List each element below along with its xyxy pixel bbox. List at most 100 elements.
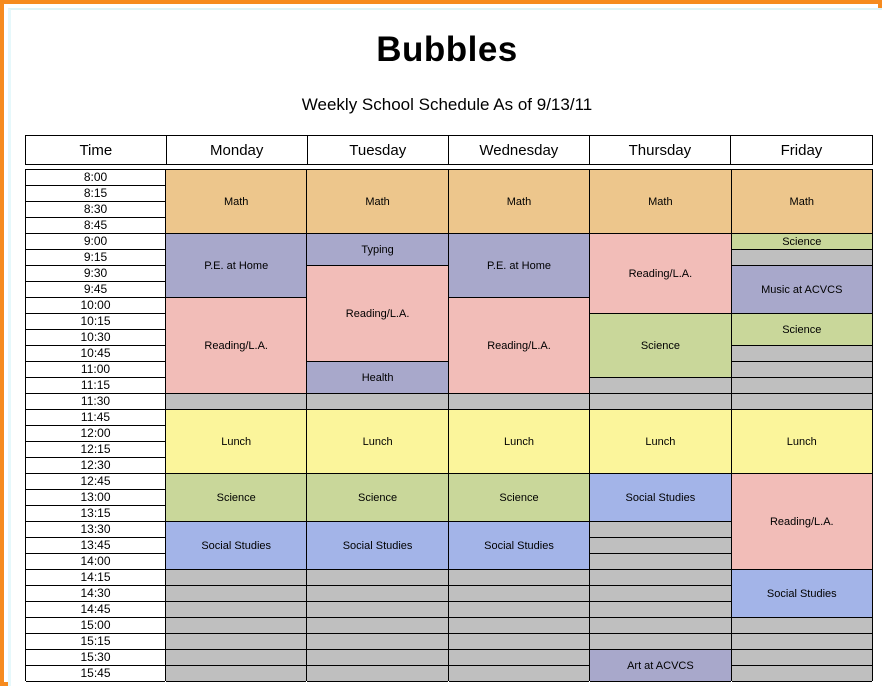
time-slot-label: 13:15 — [26, 506, 165, 522]
schedule-cell-label: Health — [361, 371, 394, 384]
schedule-cell-reading-l-a-[interactable]: Reading/L.A. — [166, 298, 307, 394]
schedule-cell-reading-l-a-[interactable]: Reading/L.A. — [448, 298, 590, 394]
schedule-cell-science[interactable]: Science — [307, 474, 448, 522]
schedule-cell-social-studies[interactable]: Social Studies — [731, 570, 872, 618]
schedule-cell-label: Math — [223, 195, 249, 208]
time-slot-label: 15:30 — [26, 650, 165, 666]
schedule-cell-label: Science — [782, 323, 822, 336]
schedule-cell-empty[interactable] — [307, 394, 448, 410]
schedule-cell-empty[interactable] — [731, 346, 872, 410]
column-header-tuesday: Tuesday — [307, 136, 449, 164]
schedule-cell-science[interactable]: Science — [731, 314, 872, 346]
time-slot-label: 8:45 — [26, 218, 165, 234]
schedule-cell-science[interactable]: Science — [166, 474, 307, 522]
schedule-cell-empty[interactable] — [731, 250, 872, 266]
schedule-cell-lunch[interactable]: Lunch — [731, 410, 872, 474]
schedule-cell-math[interactable]: Math — [166, 170, 307, 234]
page-subtitle: Weekly School Schedule As of 9/13/11 — [301, 95, 593, 114]
schedule-document: Bubbles Weekly School Schedule As of 9/1… — [21, 16, 873, 682]
table-body: 8:00 8:15 8:30 8:45 9:00 9:15 9:30 9:45 10:00 10:… — [25, 169, 873, 682]
time-slot-label: 10:45 — [26, 346, 165, 362]
time-column: 8:00 8:15 8:30 8:45 9:00 9:15 9:30 9:45 10:00 10:… — [25, 169, 166, 682]
table-header-row: Time Monday Tuesday Wednesday Thursday Friday — [25, 135, 873, 165]
schedule-cell-label: Science — [358, 491, 398, 504]
time-slot-label: 15:15 — [26, 634, 165, 650]
schedule-cell-math[interactable]: Math — [448, 170, 590, 234]
schedule-cell-label: Reading/L.A. — [487, 339, 551, 352]
time-slot-label: 9:15 — [26, 250, 165, 266]
schedule-cell-label: Lunch — [645, 435, 676, 448]
time-slot-label: 8:15 — [26, 186, 165, 202]
schedule-cell-empty[interactable] — [731, 618, 872, 682]
schedule-cell-social-studies[interactable]: Social Studies — [166, 522, 307, 570]
time-slot-label: 10:30 — [26, 330, 165, 346]
schedule-cell-social-studies[interactable]: Social Studies — [307, 522, 448, 570]
schedule-cell-label: Math — [648, 195, 673, 208]
time-slot-label: 8:00 — [26, 170, 165, 186]
schedule-cell-health[interactable]: Health — [307, 362, 448, 394]
time-slot-label: 11:30 — [26, 394, 165, 410]
schedule-cell-label: Math — [365, 195, 390, 208]
time-slot-label: 11:45 — [26, 410, 165, 426]
schedule-cell-reading-l-a-[interactable]: Reading/L.A. — [590, 234, 731, 314]
schedule-cell-art-at-acvcs[interactable]: Art at ACVCS — [590, 650, 731, 682]
schedule-cell-math[interactable]: Math — [307, 170, 448, 234]
time-slot-label: 11:00 — [26, 362, 165, 378]
schedule-cell-label: Science — [499, 491, 539, 504]
column-header-friday: Friday — [730, 136, 872, 164]
schedule-cell-lunch[interactable]: Lunch — [590, 410, 731, 474]
schedule-cell-music-at-acvcs[interactable]: Music at ACVCS — [731, 266, 872, 314]
schedule-cell-empty[interactable] — [307, 570, 448, 682]
schedule-cell-math[interactable]: Math — [731, 170, 872, 234]
schedule-cell-label: Reading/L.A. — [769, 515, 834, 528]
schedule-cell-science[interactable]: Science — [731, 234, 872, 250]
page-title: Bubbles — [376, 30, 518, 69]
schedule-cell-lunch[interactable]: Lunch — [448, 410, 590, 474]
schedule-cell-label: P.E. at Home — [486, 259, 551, 272]
schedule-cell-label: Typing — [361, 243, 394, 256]
schedule-cell-empty[interactable] — [590, 522, 731, 650]
schedule-cell-reading-l-a-[interactable]: Reading/L.A. — [731, 474, 872, 570]
schedule-cell-social-studies[interactable]: Social Studies — [448, 522, 590, 570]
schedule-cell-empty[interactable] — [166, 570, 307, 682]
schedule-cell-label: Reading/L.A. — [204, 339, 268, 352]
schedule-cell-p-e-at-home[interactable]: P.E. at Home — [448, 234, 590, 298]
schedule-cell-lunch[interactable]: Lunch — [166, 410, 307, 474]
schedule-cell-empty[interactable] — [590, 378, 731, 410]
schedule-cell-empty[interactable] — [448, 394, 590, 410]
day-column-thursday: Math Reading/L.A. Science Lunch Social Studi… — [590, 169, 732, 682]
schedule-cell-label: Reading/L.A. — [628, 267, 693, 280]
scan-inner-area: Bubbles Weekly School Schedule As of 9/1… — [8, 8, 882, 686]
schedule-cell-typing[interactable]: Typing — [307, 234, 448, 266]
scanned-page-frame: Bubbles Weekly School Schedule As of 9/1… — [0, 0, 882, 686]
schedule-cell-lunch[interactable]: Lunch — [307, 410, 448, 474]
time-slot-label: 14:45 — [26, 602, 165, 618]
schedule-cell-science[interactable]: Science — [448, 474, 590, 522]
schedule-cell-label: Art at ACVCS — [627, 659, 694, 672]
schedule-cell-label: Science — [782, 235, 822, 248]
schedule-cell-label: Lunch — [221, 435, 252, 448]
schedule-cell-label: Social Studies — [766, 587, 837, 600]
column-header-wednesday: Wednesday — [448, 136, 590, 164]
schedule-cell-label: Reading/L.A. — [345, 307, 410, 320]
schedule-cell-reading-l-a-[interactable]: Reading/L.A. — [307, 266, 448, 362]
time-slot-label: 12:15 — [26, 442, 165, 458]
schedule-cell-social-studies[interactable]: Social Studies — [590, 474, 731, 522]
time-slot-label: 14:30 — [26, 586, 165, 602]
schedule-cell-label: Social Studies — [484, 539, 554, 552]
schedule-cell-empty[interactable] — [448, 570, 590, 682]
time-slot-label: 9:45 — [26, 282, 165, 298]
day-column-wednesday: Math P.E. at Home Reading/L.A. Lunch Science… — [448, 169, 591, 682]
time-slot-label: 13:45 — [26, 538, 165, 554]
schedule-cell-label: Social Studies — [625, 491, 696, 504]
column-header-thursday: Thursday — [589, 136, 731, 164]
schedule-cell-math[interactable]: Math — [590, 170, 731, 234]
time-slot-label: 10:15 — [26, 314, 165, 330]
column-header-monday: Monday — [166, 136, 308, 164]
schedule-cell-science[interactable]: Science — [590, 314, 731, 378]
schedule-cell-empty[interactable] — [166, 394, 307, 410]
schedule-cell-p-e-at-home[interactable]: P.E. at Home — [166, 234, 307, 298]
time-slot-label: 10:00 — [26, 298, 165, 314]
schedule-cell-label: Lunch — [504, 435, 534, 448]
schedule-cell-label: Music at ACVCS — [761, 283, 843, 296]
